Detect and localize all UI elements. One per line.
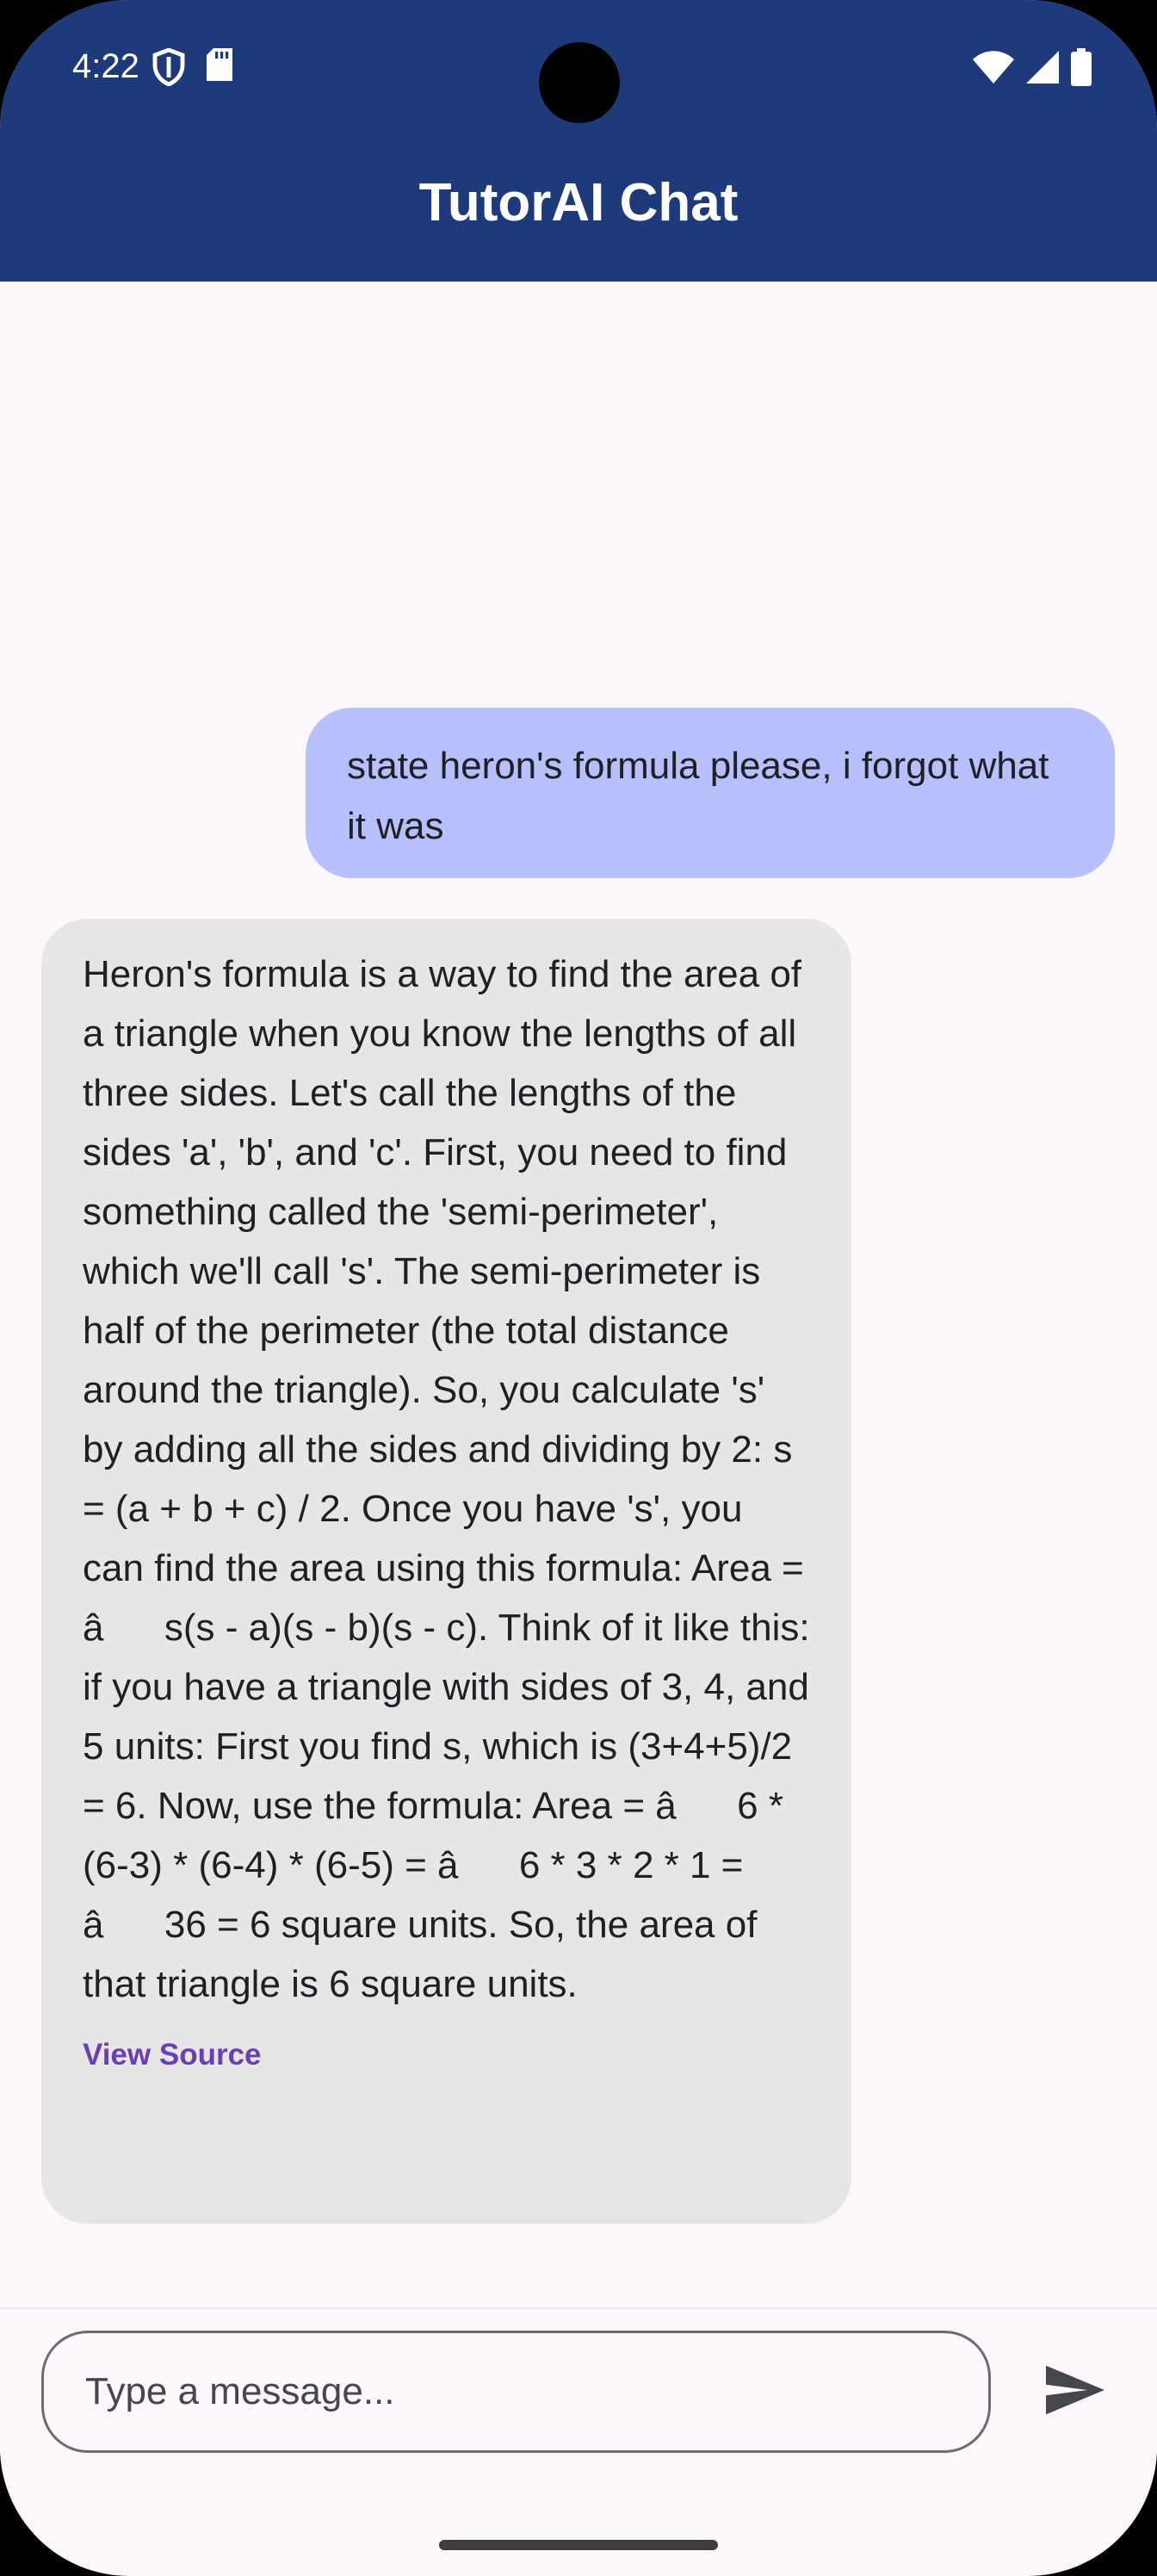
status-left-icons — [152, 47, 234, 90]
wifi-icon — [973, 51, 1014, 88]
status-right-icons — [973, 48, 1092, 90]
user-message-text: state heron's formula please, i forgot w… — [347, 745, 1049, 847]
assistant-message-bubble: Heron's formula is a way to find the are… — [41, 919, 851, 2224]
send-button[interactable] — [1036, 2353, 1114, 2430]
message-input[interactable]: Type a message... — [41, 2331, 991, 2453]
status-time: 4:22 — [72, 47, 139, 85]
sd-card-icon — [205, 48, 234, 90]
app-title: TutorAI Chat — [418, 173, 739, 232]
shield-icon — [152, 47, 186, 90]
message-input-placeholder: Type a message... — [85, 2370, 395, 2412]
assistant-message-text: Heron's formula is a way to find the are… — [83, 953, 810, 2005]
user-message-bubble: state heron's formula please, i forgot w… — [306, 708, 1115, 878]
send-icon — [1046, 2365, 1104, 2419]
camera-cutout — [539, 42, 620, 123]
message-input-bar: Type a message... — [0, 2307, 1157, 2474]
gesture-nav-handle[interactable] — [439, 2540, 718, 2550]
app-bar: 4:22 TutorAI Chat — [0, 0, 1157, 282]
phone-screen: 4:22 TutorAI Chat state heron's formula … — [0, 0, 1157, 2576]
cell-signal-icon — [1026, 51, 1059, 88]
battery-icon — [1071, 48, 1092, 90]
chat-list[interactable]: state heron's formula please, i forgot w… — [0, 282, 1157, 2307]
view-source-link[interactable]: View Source — [83, 2038, 262, 2072]
